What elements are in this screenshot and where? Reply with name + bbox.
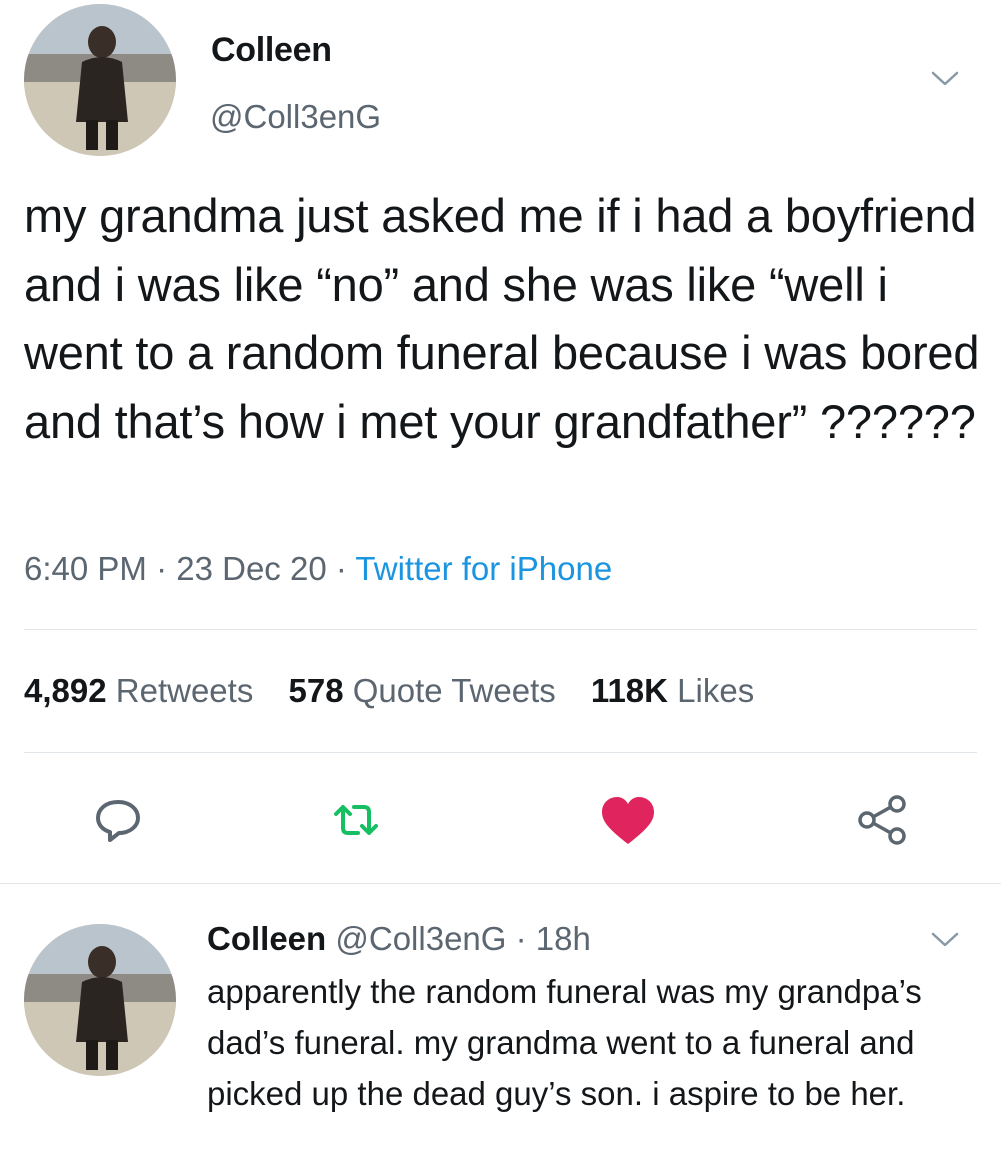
user-handle[interactable]: @Coll3enG xyxy=(210,98,381,136)
divider xyxy=(24,752,977,753)
tweet-text: my grandma just asked me if i had a boyf… xyxy=(24,189,980,448)
divider xyxy=(24,629,977,630)
tweet-meta: 6:40 PM · 23 Dec 20 · Twitter for iPhone xyxy=(24,550,612,588)
display-name[interactable]: Colleen xyxy=(211,31,332,70)
avatar[interactable] xyxy=(24,924,176,1076)
reply-handle[interactable]: @Coll3enG xyxy=(335,920,506,957)
meta-separator: · xyxy=(506,920,536,957)
meta-separator: · xyxy=(146,550,177,587)
reply-display-name[interactable]: Colleen xyxy=(207,920,326,957)
quotes-count: 578 xyxy=(288,672,344,709)
retweets-count: 4,892 xyxy=(24,672,107,709)
avatar[interactable] xyxy=(24,4,176,156)
tweet-stats: 4,892 Retweets 578 Quote Tweets 118K Lik… xyxy=(24,672,780,710)
chevron-down-icon[interactable] xyxy=(930,930,960,950)
likes-stat[interactable]: 118K Likes xyxy=(591,672,754,709)
likes-count: 118K xyxy=(590,672,668,709)
quotes-label: Quote Tweets xyxy=(352,672,556,709)
reply-icon[interactable] xyxy=(88,790,148,850)
tweet-source[interactable]: Twitter for iPhone xyxy=(355,550,612,587)
quotes-stat[interactable]: 578 Quote Tweets xyxy=(289,672,556,709)
retweet-icon[interactable] xyxy=(326,790,386,850)
tweet-time[interactable]: 6:40 PM xyxy=(24,550,147,587)
chevron-down-icon[interactable] xyxy=(930,69,960,89)
share-icon[interactable] xyxy=(852,790,912,850)
likes-label: Likes xyxy=(677,672,755,709)
reply-age[interactable]: 18h xyxy=(536,920,591,957)
divider xyxy=(0,883,1001,884)
heart-icon[interactable] xyxy=(598,792,658,852)
reply-text: apparently the random funeral was my gra… xyxy=(207,973,922,1112)
tweet-date[interactable]: 23 Dec 20 xyxy=(176,550,326,587)
reply-header: Colleen @Coll3enG · 18h xyxy=(207,920,591,958)
meta-separator: · xyxy=(326,550,356,587)
retweets-stat[interactable]: 4,892 Retweets xyxy=(24,672,253,709)
retweets-label: Retweets xyxy=(115,672,254,709)
